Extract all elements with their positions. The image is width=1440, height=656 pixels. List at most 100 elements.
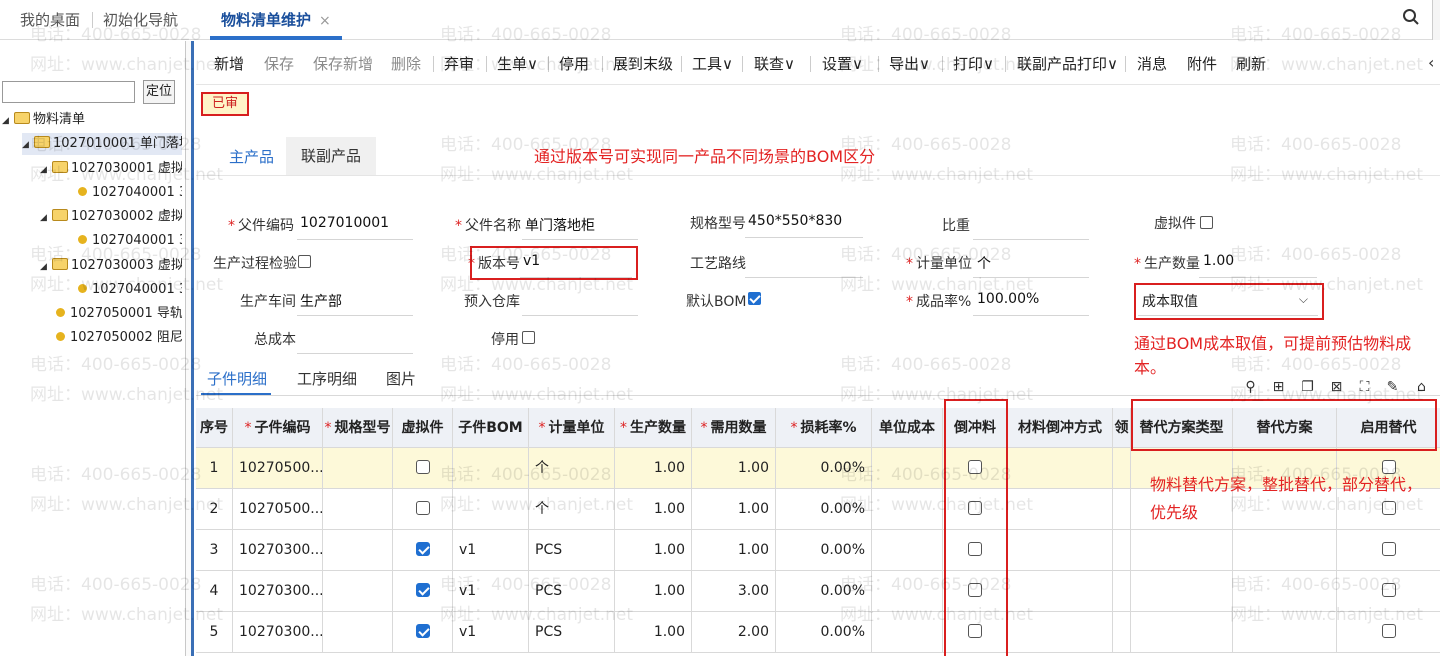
grid-cell-cut[interactable] [1113, 448, 1131, 489]
grid-cell-code[interactable]: 10270300... [233, 612, 323, 653]
virtual-checkbox[interactable] [415, 460, 430, 474]
tab-component-detail[interactable]: 子件明细 [207, 368, 267, 389]
print-menu[interactable]: 打印∨ [953, 53, 994, 74]
grid-cell-sub-plan[interactable] [1233, 571, 1337, 612]
tab-bom-maintenance[interactable]: 物料清单维护 × [221, 0, 331, 40]
grid-cell-sub-type[interactable] [1131, 530, 1233, 571]
tools-menu[interactable]: 工具∨ [692, 53, 733, 74]
disabled-checkbox[interactable] [522, 331, 535, 344]
grid-cell-spec[interactable] [323, 571, 393, 612]
grid-cell-virtual[interactable] [393, 489, 453, 530]
collapse-arrow-icon[interactable]: ◢ [40, 159, 52, 180]
col-header-unit-cost[interactable]: 单位成本 [872, 408, 943, 448]
grid-cell-sub-type[interactable] [1131, 571, 1233, 612]
delete-button[interactable]: 删除 [391, 53, 421, 74]
grid-cell-bom[interactable] [453, 489, 529, 530]
sub_enable-checkbox[interactable] [1381, 542, 1396, 556]
grid-cell-virtual[interactable] [393, 571, 453, 612]
grid-cell-prod-qty[interactable]: 1.00 [615, 530, 692, 571]
copy-row-icon[interactable]: ❐ [1300, 380, 1315, 395]
tab-linked-product[interactable]: 联副产品 [286, 137, 376, 175]
grid-cell-loss[interactable]: 0.00% [776, 489, 872, 530]
grid-cell-loss[interactable]: 0.00% [776, 612, 872, 653]
grid-cell-virtual[interactable] [393, 530, 453, 571]
tree-item-parent[interactable]: ◢ 1027010001 单门落地柜 [22, 133, 182, 155]
collapse-arrow-icon[interactable]: ◢ [40, 207, 52, 228]
new-button[interactable]: 新增 [214, 53, 244, 74]
delete-row-icon[interactable]: ⊠ [1329, 380, 1344, 395]
home-icon[interactable]: ⌂ [1414, 380, 1429, 395]
col-header-backflush-mode[interactable]: 材料倒冲方式 [1008, 408, 1113, 448]
grid-cell-seq[interactable]: 2 [196, 489, 233, 530]
grid-cell-seq[interactable]: 4 [196, 571, 233, 612]
grid-cell-prod-qty[interactable]: 1.00 [615, 489, 692, 530]
sub_enable-checkbox[interactable] [1381, 460, 1396, 474]
grid-cell-cut[interactable] [1113, 489, 1131, 530]
grid-cell-sub-enable[interactable] [1337, 571, 1440, 612]
fullscreen-icon[interactable]: ⛶ [1357, 380, 1372, 395]
grid-cell-need-qty[interactable]: 3.00 [692, 571, 776, 612]
grid-cell-bom[interactable]: v1 [453, 571, 529, 612]
tree-item-leaf[interactable]: 1027040001 30 [78, 182, 182, 204]
grid-cell-virtual[interactable] [393, 612, 453, 653]
sub_enable-checkbox[interactable] [1381, 501, 1396, 515]
grid-cell-code[interactable]: 10270500... [233, 489, 323, 530]
grid-cell-spec[interactable] [323, 530, 393, 571]
abandon-audit-button[interactable]: 弃审 [444, 53, 474, 74]
grid-cell-virtual[interactable] [393, 448, 453, 489]
message-button[interactable]: 消息 [1137, 53, 1167, 74]
grid-cell-backflush-mode[interactable] [1008, 489, 1113, 530]
grid-cell-unit[interactable]: PCS [529, 530, 615, 571]
grid-cell-bom[interactable]: v1 [453, 612, 529, 653]
generate-order-menu[interactable]: 生单∨ [497, 53, 538, 74]
save-button[interactable]: 保存 [264, 53, 294, 74]
grid-cell-need-qty[interactable]: 1.00 [692, 489, 776, 530]
grid-cell-cut[interactable] [1113, 612, 1131, 653]
collapse-arrow-icon[interactable]: ◢ [40, 256, 52, 277]
search-icon[interactable] [1402, 8, 1420, 26]
grid-cell-code[interactable]: 10270500... [233, 448, 323, 489]
grid-cell-unit-cost[interactable] [872, 489, 943, 530]
virtual-checkbox[interactable] [1200, 216, 1213, 229]
virtual-checkbox[interactable] [415, 501, 430, 515]
col-header-unit[interactable]: * 计量单位 [529, 408, 615, 448]
default-bom-checkbox[interactable] [748, 292, 761, 305]
grid-cell-unit-cost[interactable] [872, 448, 943, 489]
attachment-button[interactable]: 附件 [1187, 53, 1217, 74]
locate-button[interactable]: 定位 [143, 80, 175, 104]
parent-name-field[interactable]: 单门落地柜 [525, 215, 595, 235]
refresh-button[interactable]: 刷新 [1236, 53, 1266, 74]
tree-item-virtual-2[interactable]: ◢ 1027030002 虚拟件 [40, 206, 182, 228]
grid-cell-seq[interactable]: 3 [196, 530, 233, 571]
grid-cell-spec[interactable] [323, 448, 393, 489]
tab-process-detail[interactable]: 工序明细 [297, 368, 357, 389]
insert-row-icon[interactable]: ⊞ [1271, 380, 1286, 395]
grid-cell-backflush-mode[interactable] [1008, 571, 1113, 612]
expand-to-leaf-button[interactable]: 展到末级 [613, 53, 673, 74]
tree-root[interactable]: ◢ 物料清单 [2, 109, 182, 131]
col-header-bom[interactable]: 子件BOM [453, 408, 529, 448]
col-header-spec[interactable]: * 规格型号 [323, 408, 393, 448]
grid-cell-spec[interactable] [323, 489, 393, 530]
parent-code-field[interactable]: 1027010001 [300, 215, 389, 231]
grid-cell-bom[interactable]: v1 [453, 530, 529, 571]
save-new-button[interactable]: 保存新增 [313, 53, 373, 74]
settings-menu[interactable]: 设置∨ [822, 53, 863, 74]
col-header-loss[interactable]: * 损耗率% [776, 408, 872, 448]
tab-init-guide[interactable]: 初始化导航 [103, 0, 178, 40]
grid-cell-spec[interactable] [323, 612, 393, 653]
col-header-virtual[interactable]: 虚拟件 [393, 408, 453, 448]
grid-cell-unit[interactable]: 个 [529, 448, 615, 489]
sub_enable-checkbox[interactable] [1381, 583, 1396, 597]
grid-cell-sub-enable[interactable] [1337, 530, 1440, 571]
tab-my-desktop[interactable]: 我的桌面 [20, 0, 80, 40]
workshop-field[interactable]: 生产部 [300, 291, 342, 311]
grid-cell-bom[interactable] [453, 448, 529, 489]
virtual-checkbox[interactable] [415, 583, 430, 597]
grid-cell-cut[interactable] [1113, 530, 1131, 571]
grid-cell-prod-qty[interactable]: 1.00 [615, 571, 692, 612]
grid-cell-backflush-mode[interactable] [1008, 448, 1113, 489]
grid-cell-unit[interactable]: PCS [529, 571, 615, 612]
grid-cell-prod-qty[interactable]: 1.00 [615, 448, 692, 489]
virtual-checkbox[interactable] [415, 624, 430, 638]
